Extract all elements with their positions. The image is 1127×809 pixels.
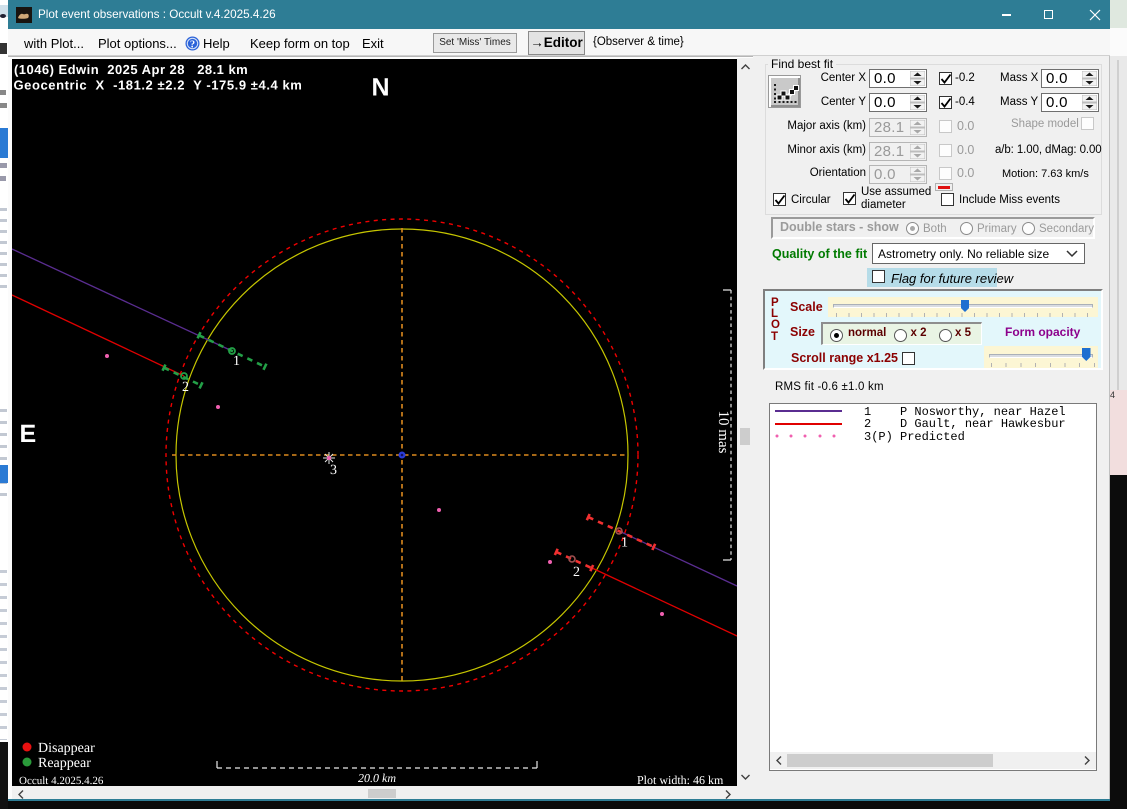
svg-text:2: 2: [573, 565, 580, 580]
svg-text:N: N: [372, 74, 390, 102]
svg-text:?: ?: [190, 40, 195, 51]
svg-text:2: 2: [182, 380, 189, 395]
svg-text:10 mas: 10 mas: [715, 411, 731, 454]
svg-text:1: 1: [233, 354, 240, 369]
svg-text:Occult 4.2025.4.26: Occult 4.2025.4.26: [19, 775, 104, 786]
svg-text:3: 3: [330, 463, 337, 478]
svg-text:1: 1: [621, 536, 628, 551]
svg-text:Disappear: Disappear: [38, 741, 95, 756]
svg-text:E: E: [20, 420, 37, 448]
svg-text:(1046) Edwin 2025 Apr 28 28: (1046) Edwin 2025 Apr 28 28.1 km: [14, 62, 248, 77]
svg-text:20.0 km: 20.0 km: [358, 771, 396, 785]
svg-text:Reappear: Reappear: [38, 756, 91, 771]
svg-text:Plot width: 46 km: Plot width: 46 km: [637, 773, 724, 786]
svg-text:Geocentric X -181.2 ±2.2 Y: Geocentric X -181.2 ±2.2 Y -175.9 ±4.4 k…: [14, 78, 303, 93]
